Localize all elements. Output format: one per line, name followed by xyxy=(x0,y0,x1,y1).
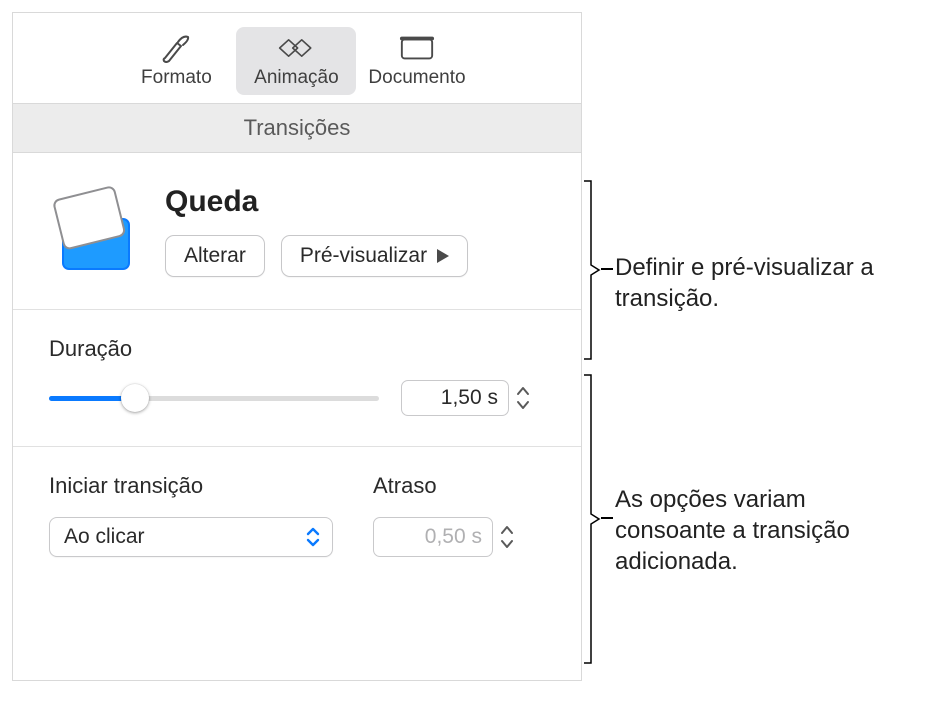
select-chevrons-icon xyxy=(302,526,324,548)
duration-stepper-arrows[interactable] xyxy=(515,380,531,416)
duration-section: Duração xyxy=(13,310,581,447)
tab-animate-label: Animação xyxy=(254,67,339,89)
preview-button[interactable]: Pré-visualizar xyxy=(281,235,468,277)
callout-tick-bottom xyxy=(601,517,613,519)
transitions-subheader: Transições xyxy=(13,103,581,153)
tab-document[interactable]: Documento xyxy=(356,27,477,95)
tab-format[interactable]: Formato xyxy=(116,27,236,95)
start-transition-label: Iniciar transição xyxy=(49,473,333,499)
paintbrush-icon xyxy=(158,33,194,63)
callout-bottom: As opções variam consoante a transição a… xyxy=(615,484,915,578)
duration-controls xyxy=(49,380,553,416)
stepper-chevrons-icon xyxy=(515,383,531,413)
delay-label: Atraso xyxy=(373,473,553,499)
start-transition-value: Ao clicar xyxy=(64,525,145,549)
change-button-label: Alterar xyxy=(184,244,246,268)
tab-format-label: Formato xyxy=(141,67,212,89)
transition-name: Queda xyxy=(165,185,553,219)
bracket-top-icon xyxy=(583,180,601,360)
start-column: Iniciar transição Ao clicar xyxy=(49,473,333,557)
start-transition-select[interactable]: Ao clicar xyxy=(49,517,333,557)
tab-document-label: Documento xyxy=(368,67,465,89)
slide-thumbnail-icon xyxy=(49,185,143,279)
duration-stepper xyxy=(401,380,531,416)
delay-input[interactable] xyxy=(373,517,493,557)
delay-stepper xyxy=(373,517,553,557)
callout-tick-top xyxy=(601,268,613,270)
play-icon xyxy=(437,249,449,263)
inspector-panel: Formato Animação Documento Transições xyxy=(12,12,582,681)
duration-label: Duração xyxy=(49,336,553,362)
duration-slider[interactable] xyxy=(49,384,379,412)
transition-preview-section: Queda Alterar Pré-visualizar xyxy=(13,153,581,310)
transition-buttons: Alterar Pré-visualizar xyxy=(165,235,553,277)
slider-thumb[interactable] xyxy=(121,384,149,412)
preview-button-label: Pré-visualizar xyxy=(300,244,427,268)
callouts-layer: Definir e pré-visualizar a transição. As… xyxy=(583,12,916,681)
duration-input[interactable] xyxy=(401,380,509,416)
inspector-toolbar: Formato Animação Documento xyxy=(13,13,581,103)
start-delay-section: Iniciar transição Ao clicar Atraso xyxy=(13,447,581,587)
stepper-chevrons-icon xyxy=(499,521,515,553)
transition-info: Queda Alterar Pré-visualizar xyxy=(165,185,553,277)
delay-column: Atraso xyxy=(373,473,553,557)
tab-animate[interactable]: Animação xyxy=(236,27,356,95)
presentation-icon xyxy=(399,33,435,63)
change-button[interactable]: Alterar xyxy=(165,235,265,277)
bracket-bottom-icon xyxy=(583,374,601,664)
callout-top: Definir e pré-visualizar a transição. xyxy=(615,252,915,314)
delay-stepper-arrows[interactable] xyxy=(499,517,515,557)
diamonds-icon xyxy=(278,33,314,63)
